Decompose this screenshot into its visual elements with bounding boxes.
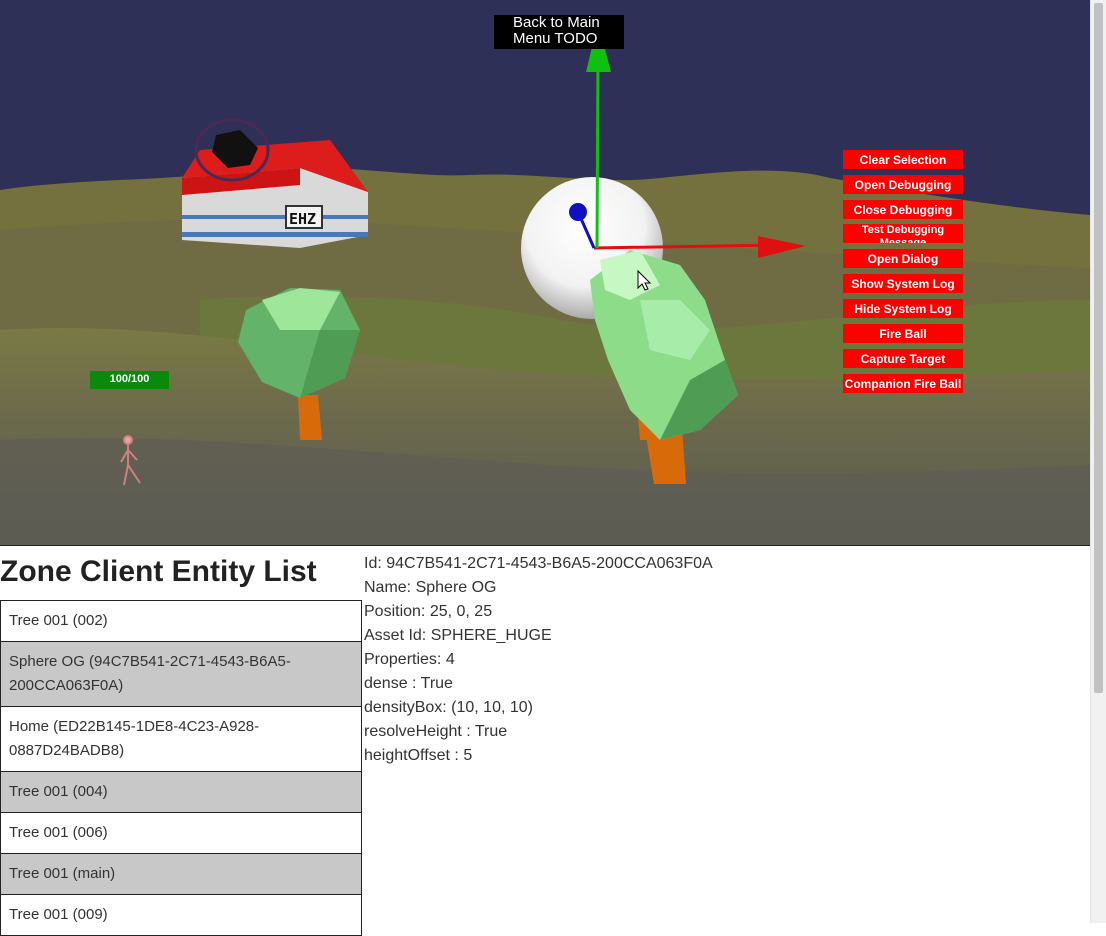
page-scrollbar[interactable] — [1090, 0, 1106, 923]
detail-resolve-height: resolveHeight : True — [364, 723, 508, 740]
clear-selection-button[interactable]: Clear Selection — [843, 150, 963, 169]
detail-properties: Properties: 4 — [364, 651, 455, 668]
entity-label[interactable]: Tree 001 (009) — [0, 894, 362, 936]
list-item[interactable]: Sphere OG (94C7B541-2C71-4543-B6A5-200CC… — [0, 641, 362, 707]
detail-id: Id: 94C7B541-2C71-4543-B6A5-200CCA063F0A — [364, 555, 713, 572]
detail-density-box: densityBox: (10, 10, 10) — [364, 699, 533, 716]
test-debugging-message-button[interactable]: Test Debugging Message — [843, 224, 963, 243]
entity-details: Id: 94C7B541-2C71-4543-B6A5-200CCA063F0A… — [364, 552, 713, 768]
close-debugging-button[interactable]: Close Debugging — [843, 200, 963, 219]
open-dialog-button[interactable]: Open Dialog — [843, 249, 963, 268]
fire-ball-button[interactable]: Fire Ball — [843, 324, 963, 343]
show-system-log-button[interactable]: Show System Log — [843, 274, 963, 293]
viewport-divider — [0, 545, 1090, 546]
entity-list-title: Zone Client Entity List — [0, 555, 317, 588]
action-menu: Clear Selection Open Debugging Close Deb… — [843, 150, 963, 399]
list-item[interactable]: Tree 001 (main) — [0, 853, 362, 895]
building-sign-text: EHZ — [289, 210, 316, 228]
list-item[interactable]: Tree 001 (002) — [0, 600, 362, 642]
detail-dense: dense : True — [364, 675, 453, 692]
entity-label[interactable]: Tree 001 (004) — [0, 771, 362, 813]
scrollbar-thumb[interactable] — [1094, 3, 1103, 693]
entity-label[interactable]: Home (ED22B145-1DE8-4C23-A928-0887D24BAD… — [0, 706, 362, 772]
open-debugging-button[interactable]: Open Debugging — [843, 175, 963, 194]
entity-label[interactable]: Tree 001 (002) — [0, 600, 362, 642]
detail-position: Position: 25, 0, 25 — [364, 603, 493, 620]
capture-target-button[interactable]: Capture Target — [843, 349, 963, 368]
back-to-main-menu-button[interactable]: Back to Main Menu TODO — [494, 15, 624, 49]
list-item[interactable]: Tree 001 (004) — [0, 771, 362, 813]
detail-asset-id: Asset Id: SPHERE_HUGE — [364, 627, 552, 644]
health-bar: 100/100 — [90, 371, 169, 389]
hide-system-log-button[interactable]: Hide System Log — [843, 299, 963, 318]
companion-fire-ball-button[interactable]: Companion Fire Ball — [843, 374, 963, 393]
entity-list: Tree 001 (002) Sphere OG (94C7B541-2C71-… — [0, 600, 362, 936]
list-item[interactable]: Tree 001 (009) — [0, 894, 362, 936]
entity-label[interactable]: Tree 001 (006) — [0, 812, 362, 854]
list-item[interactable]: Home (ED22B145-1DE8-4C23-A928-0887D24BAD… — [0, 706, 362, 772]
entity-label[interactable]: Tree 001 (main) — [0, 853, 362, 895]
list-item[interactable]: Tree 001 (006) — [0, 812, 362, 854]
game-viewport[interactable]: EHZ Back to Main Menu TODO 100/100 Clear… — [0, 0, 1090, 545]
detail-name: Name: Sphere OG — [364, 579, 497, 596]
detail-height-offset: heightOffset : 5 — [364, 747, 473, 764]
entity-label[interactable]: Sphere OG (94C7B541-2C71-4543-B6A5-200CC… — [0, 641, 362, 707]
